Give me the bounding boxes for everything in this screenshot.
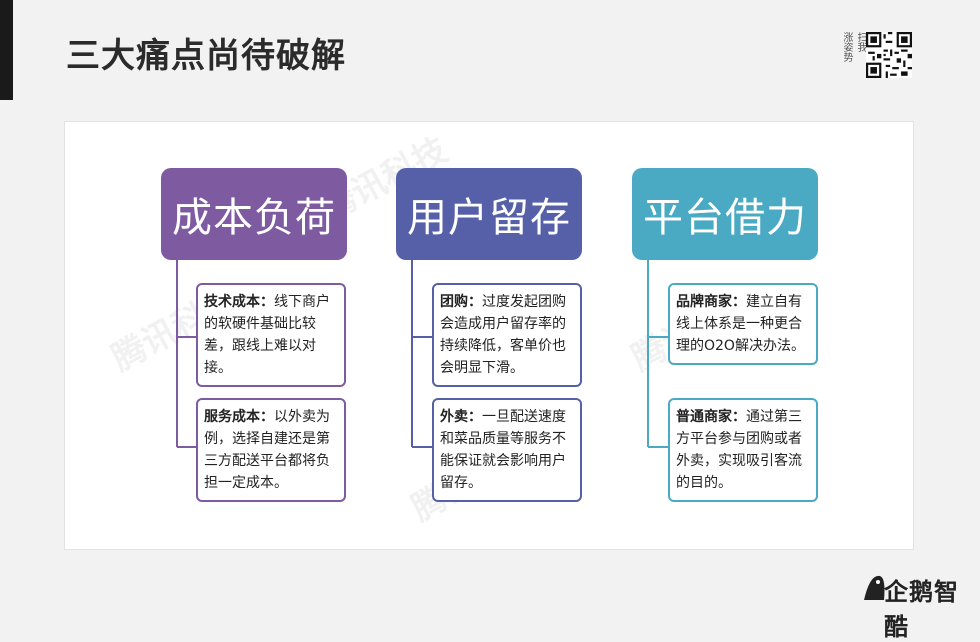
header-platform-leverage: 平台借力 bbox=[632, 168, 818, 260]
card-term: 服务成本： bbox=[204, 409, 274, 425]
qr-code-icon bbox=[866, 32, 912, 78]
header-cost-burden: 成本负荷 bbox=[161, 168, 347, 260]
connector-col-1 bbox=[176, 260, 196, 448]
card-term: 普通商家： bbox=[676, 409, 746, 425]
card-ordinary-merchant: 普通商家：通过第三方平台参与团购或者外卖，实现吸引客流的目的。 bbox=[668, 398, 818, 502]
header-user-retention: 用户留存 bbox=[396, 168, 582, 260]
brand-logo-text: 企鹅智酷 bbox=[884, 578, 959, 641]
qr-caption-line-1: 扫我 bbox=[855, 32, 866, 52]
card-takeout: 外卖：一旦配送速度和菜品质量等服务不能保证就会影响用户留存。 bbox=[432, 398, 582, 502]
card-term: 团购： bbox=[440, 294, 482, 310]
accent-bar bbox=[0, 0, 13, 100]
connector-col-2 bbox=[411, 260, 432, 448]
card-term: 技术成本： bbox=[204, 294, 274, 310]
page-title: 三大痛点尚待破解 bbox=[66, 36, 346, 76]
qr-caption-line-2: 涨姿势 bbox=[841, 32, 852, 62]
connector-col-3 bbox=[647, 260, 668, 448]
card-brand-merchant: 品牌商家：建立自有线上体系是一种更合理的O2O解决办法。 bbox=[668, 283, 818, 365]
qr-caption: 扫我 涨姿势 bbox=[836, 32, 866, 62]
card-tech-cost: 技术成本：线下商户的软硬件基础比较差，跟线上难以对接。 bbox=[196, 283, 346, 387]
card-term: 外卖： bbox=[440, 409, 482, 425]
card-term: 品牌商家： bbox=[676, 294, 746, 310]
diagram-panel: 腾讯科技 腾讯科技 腾讯科技 腾讯科技 成本负荷 用户留存 平台借力 技术成本：… bbox=[64, 121, 914, 550]
card-group-buying: 团购：过度发起团购会造成用户留存率的持续降低，客单价也会明显下滑。 bbox=[432, 283, 582, 387]
card-service-cost: 服务成本：以外卖为例，选择自建还是第三方配送平台都将负担一定成本。 bbox=[196, 398, 346, 502]
